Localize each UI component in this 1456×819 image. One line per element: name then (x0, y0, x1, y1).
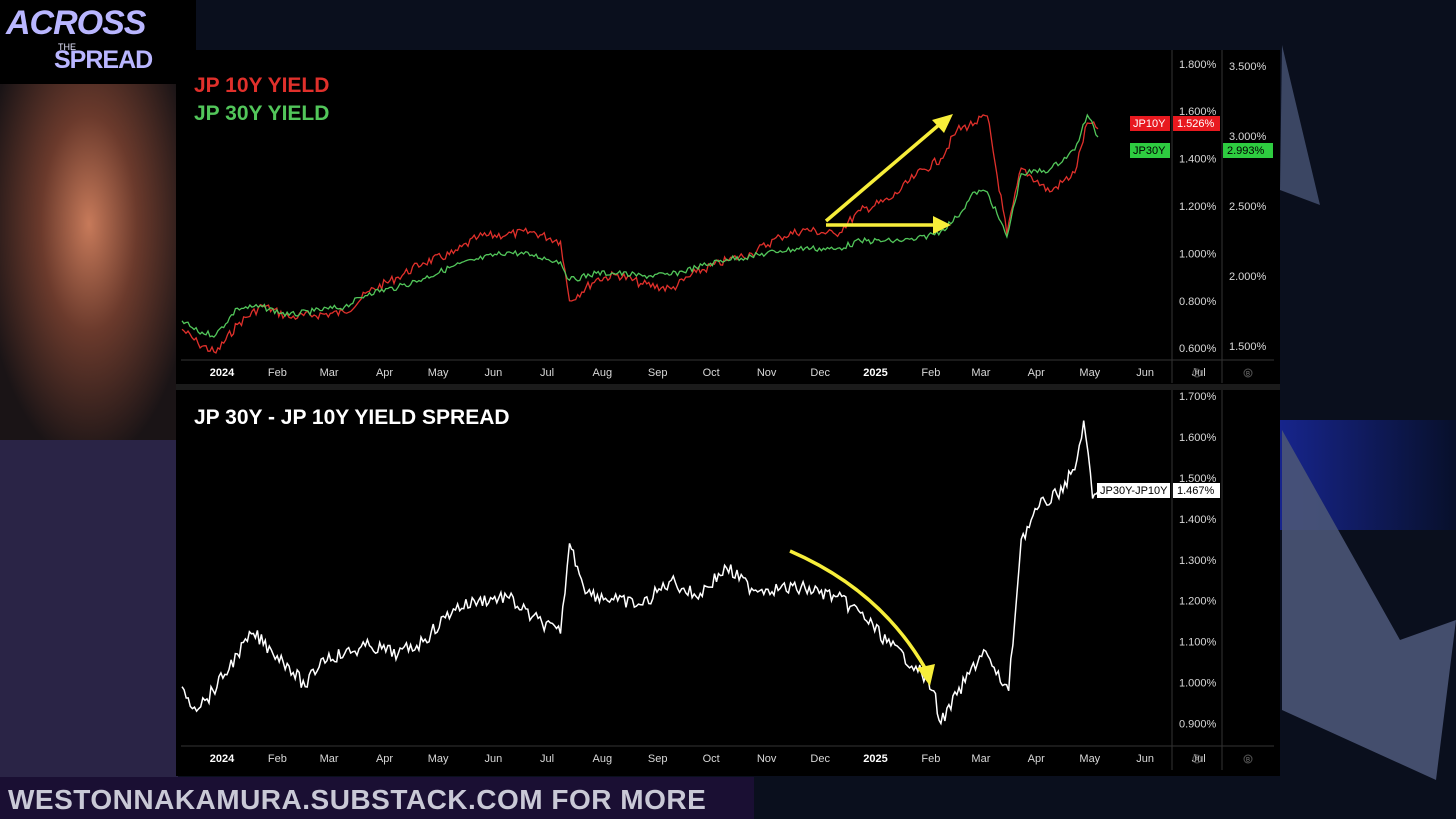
bottom-x-tick-label: Mar (320, 753, 339, 765)
spread-y-tick-label: 1.400% (1179, 514, 1217, 526)
charts-svg: JP 10Y YIELD JP 30Y YIELD JP 30Y - JP 10… (176, 50, 1280, 770)
spread-y-tick-label: 1.200% (1179, 596, 1217, 608)
spread-y-tick-label: 1.700% (1179, 391, 1217, 403)
left-y-tick-label: 1.800% (1179, 59, 1217, 71)
top-x-tick-label: 2024 (210, 367, 235, 379)
spread-y-tick-label: 1.600% (1179, 432, 1217, 444)
axis-marker-label: B (1246, 372, 1250, 378)
top-x-tick-label: Oct (703, 367, 720, 379)
top-x-tick-label: Jun (485, 367, 503, 379)
axis-marker-label: A (1195, 758, 1199, 764)
series-line-jp30y (181, 113, 1099, 338)
bottom-x-tick-label: 2024 (210, 753, 235, 765)
top-x-tick-label: Apr (1028, 367, 1045, 379)
spread-y-tick-label: 1.300% (1179, 555, 1217, 567)
tag-spread: JP30Y-JP10Y 1.467% (1097, 483, 1220, 498)
series-line-jp10y (181, 114, 1099, 354)
bottom-x-tick-label: Apr (1028, 753, 1045, 765)
top-x-tick-label: Feb (268, 367, 287, 379)
bottom-x-tick-label: Apr (376, 753, 393, 765)
top-axis-ticks: 1.800%1.600%1.400%1.200%1.000%0.800%0.60… (1179, 59, 1267, 355)
tag-spread-value: 1.467% (1177, 485, 1215, 497)
footer-link-text[interactable]: WESTONNAKAMURA.SUBSTACK.COM FOR MORE (8, 784, 706, 816)
annotation-arrows (789, 114, 953, 686)
bottom-x-tick-label: Feb (268, 753, 287, 765)
axis-marker-label: B (1246, 758, 1250, 764)
bottom-x-tick-label: Nov (757, 753, 777, 765)
spread-chart-title: JP 30Y - JP 10Y YIELD SPREAD (194, 406, 510, 429)
top-x-tick-label: Jun (1136, 367, 1154, 379)
left-y-tick-label: 1.000% (1179, 248, 1217, 260)
bottom-axis-ticks: 1.700%1.600%1.500%1.400%1.300%1.200%1.10… (1179, 391, 1217, 730)
top-x-tick-label: Aug (593, 367, 613, 379)
right-y-tick-label: 3.000% (1229, 131, 1267, 143)
bottom-x-tick-label: 2025 (863, 753, 887, 765)
spread-y-tick-label: 1.000% (1179, 678, 1217, 690)
top-x-tick-label: Mar (971, 367, 990, 379)
top-x-tick-label: Jul (540, 367, 554, 379)
tag-jp10y-name: JP10Y (1133, 118, 1166, 130)
left-y-tick-label: 0.800% (1179, 296, 1217, 308)
top-x-tick-label: May (428, 367, 449, 379)
top-x-tick-label: 2025 (863, 367, 887, 379)
top-x-tick-label: May (1079, 367, 1100, 379)
left-y-tick-label: 0.600% (1179, 343, 1217, 355)
top-x-tick-label: Nov (757, 367, 777, 379)
bottom-x-tick-label: Mar (971, 753, 990, 765)
bottom-x-tick-label: Jun (1136, 753, 1154, 765)
tag-jp10y-value: 1.526% (1177, 118, 1215, 130)
tag-jp30y-name: JP30Y (1133, 145, 1166, 157)
right-y-tick-label: 2.000% (1229, 271, 1267, 283)
bottom-x-tick-label: May (428, 753, 449, 765)
bottom-x-tick-label: May (1079, 753, 1100, 765)
tag-jp30y-value: 2.993% (1227, 145, 1265, 157)
spread-y-tick-label: 0.900% (1179, 719, 1217, 731)
pane-separator (176, 384, 1280, 390)
top-x-tick-label: Feb (921, 367, 940, 379)
legend-jp30y: JP 30Y YIELD (194, 102, 329, 125)
bottom-x-tick-label: Feb (921, 753, 940, 765)
arrow-flat-30y-head (933, 216, 951, 234)
bottom-x-tick-label: Sep (648, 753, 668, 765)
right-y-tick-label: 3.500% (1229, 61, 1267, 73)
left-y-tick-label: 1.400% (1179, 154, 1217, 166)
right-y-tick-label: 2.500% (1229, 201, 1267, 213)
bottom-x-tick-label: Dec (810, 753, 830, 765)
tag-jp10y: JP10Y 1.526% (1130, 116, 1220, 131)
bottom-x-tick-label: Aug (593, 753, 613, 765)
bottom-x-tick-label: Oct (703, 753, 720, 765)
top-x-tick-label: Dec (810, 367, 830, 379)
top-x-tick-label: Sep (648, 367, 668, 379)
spread-y-tick-label: 1.100% (1179, 637, 1217, 649)
series-line-spread (181, 420, 1099, 726)
bottom-x-tick-label: Jul (540, 753, 554, 765)
left-y-tick-label: 1.200% (1179, 201, 1217, 213)
right-y-tick-label: 1.500% (1229, 341, 1267, 353)
legend-jp10y: JP 10Y YIELD (194, 74, 329, 97)
bottom-x-tick-label: Jun (485, 753, 503, 765)
arrow-up-10y (824, 122, 942, 223)
top-x-tick-label: Mar (320, 367, 339, 379)
top-x-tick-label: Apr (376, 367, 393, 379)
axis-marker-label: A (1195, 372, 1199, 378)
tag-spread-name: JP30Y-JP10Y (1100, 485, 1168, 497)
